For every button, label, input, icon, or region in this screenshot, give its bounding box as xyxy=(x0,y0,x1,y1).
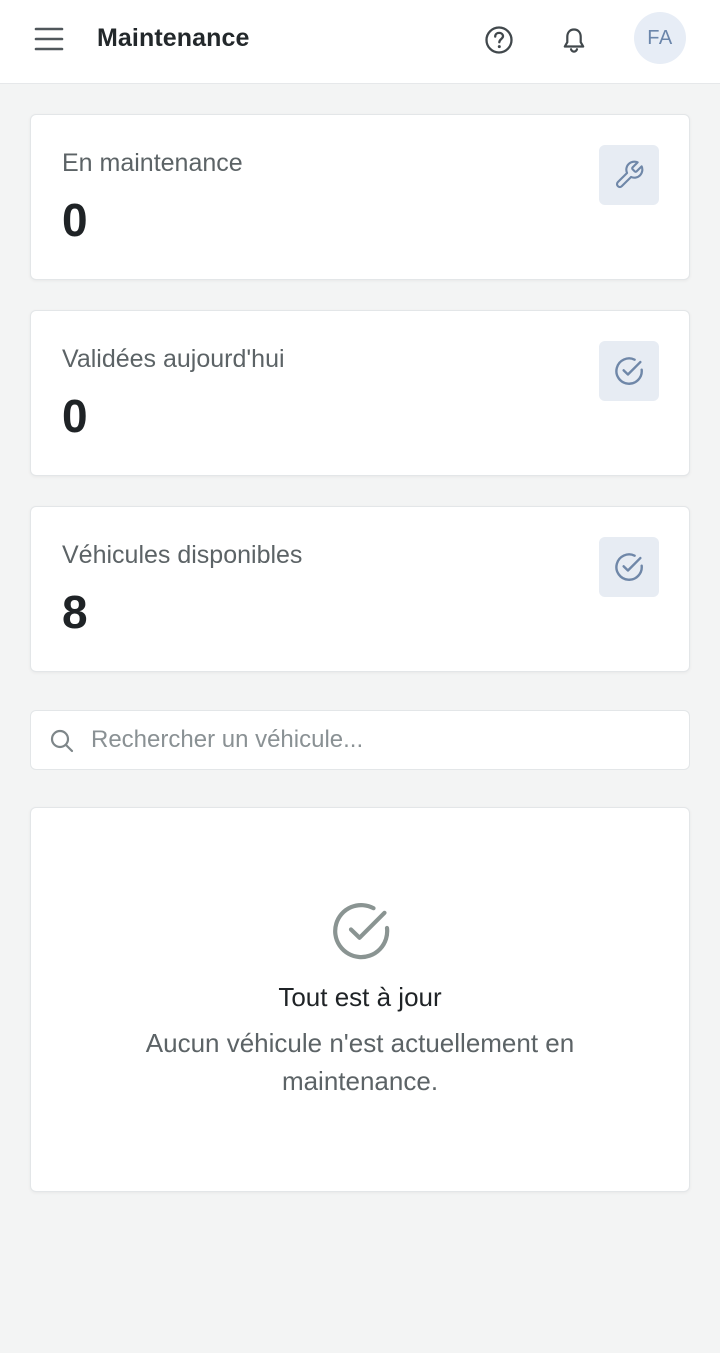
vehicle-search-input[interactable] xyxy=(91,711,671,769)
top-app-bar: Maintenance FA xyxy=(0,0,720,84)
stat-card-in-maintenance: En maintenance 0 xyxy=(30,114,690,280)
stat-value: 0 xyxy=(62,390,88,442)
question-circle-icon xyxy=(485,26,513,54)
stat-label: Validées aujourd'hui xyxy=(62,345,285,373)
stat-icon-box xyxy=(599,341,659,401)
stat-value: 8 xyxy=(62,586,88,638)
check-circle-icon xyxy=(615,553,643,581)
hamburger-menu-icon xyxy=(34,27,64,51)
page-title: Maintenance xyxy=(97,24,250,52)
stat-label: En maintenance xyxy=(62,149,243,177)
search-icon xyxy=(50,729,74,753)
stat-value: 0 xyxy=(62,194,88,246)
menu-button[interactable] xyxy=(30,22,68,56)
vehicle-search-box xyxy=(30,710,690,770)
stat-card-validated-today: Validées aujourd'hui 0 xyxy=(30,310,690,476)
empty-state-title: Tout est à jour xyxy=(278,982,442,1012)
notifications-button[interactable] xyxy=(555,21,593,59)
stat-label: Véhicules disponibles xyxy=(62,541,303,569)
wrench-icon xyxy=(615,160,644,189)
stat-icon-box xyxy=(599,145,659,205)
empty-state-message: Aucun véhicule n'est actuellement en mai… xyxy=(145,1028,575,1096)
empty-state-card: Tout est à jour Aucun véhicule n'est act… xyxy=(30,807,690,1192)
bell-icon xyxy=(563,28,585,53)
help-button[interactable] xyxy=(480,21,518,59)
check-circle-icon xyxy=(615,357,643,385)
stat-card-available-vehicles: Véhicules disponibles 8 xyxy=(30,506,690,672)
stat-icon-box xyxy=(599,537,659,597)
check-circle-icon xyxy=(333,903,390,960)
user-avatar[interactable]: FA xyxy=(634,12,686,64)
